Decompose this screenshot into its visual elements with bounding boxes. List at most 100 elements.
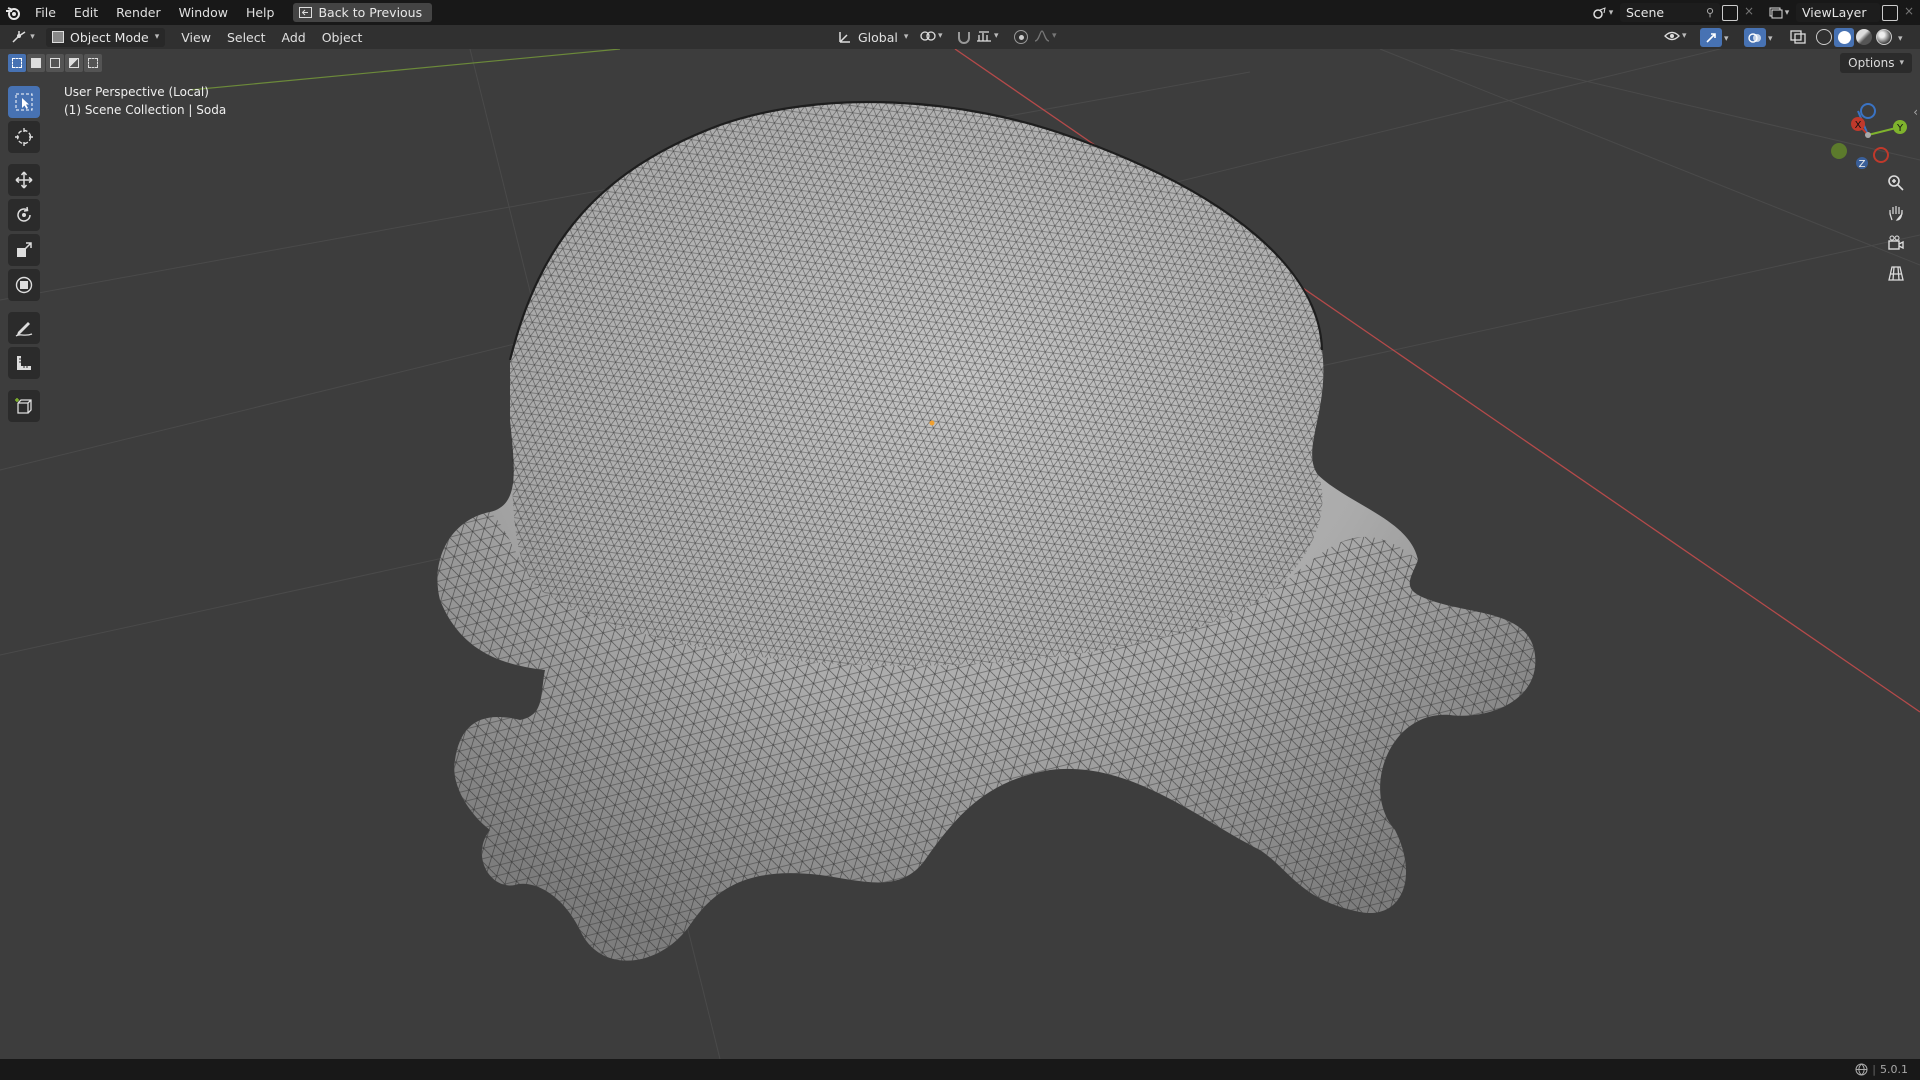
overlays-dropdown[interactable]: ▾ [1768, 29, 1773, 44]
object-mode-dropdown[interactable]: Object Mode ▾ [46, 27, 166, 47]
add-cube-tool[interactable] [8, 390, 40, 422]
rotate-tool[interactable] [8, 199, 40, 231]
scene-name: Scene [1626, 5, 1665, 20]
shading-material-icon[interactable] [1856, 29, 1872, 45]
menu-select[interactable]: Select [219, 28, 274, 47]
transform-icon [15, 276, 33, 294]
gizmo-dropdown[interactable]: ▾ [1724, 29, 1729, 44]
annotate-tool[interactable] [8, 312, 40, 344]
gizmo-icon [1706, 32, 1716, 43]
gizmo-pos-z[interactable] [1860, 103, 1876, 119]
menu-add[interactable]: Add [274, 28, 314, 47]
snap-toggle-icon[interactable] [956, 29, 972, 48]
version-label: 5.0.1 [1880, 1063, 1908, 1076]
viewlayer-name: ViewLayer [1802, 5, 1867, 20]
top-menu-bar: File Edit Render Window Help Back to Pre… [0, 0, 1920, 25]
measure-ruler-icon [17, 356, 31, 370]
ortho-grid-icon[interactable] [1884, 261, 1908, 285]
zoom-icon[interactable] [1884, 171, 1908, 195]
cursor-tool[interactable] [8, 121, 40, 153]
gizmo-toggle-button[interactable] [1700, 28, 1722, 47]
options-dropdown[interactable]: Options ▾ [1840, 53, 1912, 73]
scene-name-field[interactable]: Scene ⚲ [1620, 3, 1720, 22]
annotate-pencil-icon [15, 322, 33, 337]
blender-logo-icon[interactable] [0, 0, 26, 25]
globe-icon [1855, 1063, 1868, 1076]
camera-view-icon[interactable] [1884, 231, 1908, 255]
viewlayer-name-field[interactable]: ViewLayer [1796, 3, 1880, 22]
menu-help[interactable]: Help [237, 0, 284, 25]
shading-wireframe-icon[interactable] [1816, 29, 1832, 45]
snap-target-dropdown[interactable]: ▾ [976, 29, 999, 43]
shading-dropdown[interactable]: ▾ [1898, 29, 1903, 44]
back-to-previous-label: Back to Previous [318, 5, 423, 20]
navigation-gizmo[interactable]: X Y Z [1820, 87, 1916, 183]
select-new-icon[interactable] [8, 54, 26, 72]
blender-window: File Edit Render Window Help Back to Pre… [0, 0, 1920, 1080]
object-mode-label: Object Mode [70, 29, 149, 45]
select-box-tool[interactable] [8, 86, 40, 118]
xray-toggle-icon[interactable] [1790, 30, 1806, 47]
proportional-edit-icon[interactable] [1014, 30, 1028, 44]
selection-mode-group [8, 54, 102, 72]
soda-mesh-object[interactable] [437, 100, 1536, 961]
back-to-previous-button[interactable]: Back to Previous [293, 3, 433, 22]
menu-edit[interactable]: Edit [65, 0, 107, 25]
snap-increment-icon [977, 31, 991, 42]
scale-tool[interactable] [8, 234, 40, 266]
3d-viewport-icon [12, 31, 26, 43]
menu-view[interactable]: View [173, 28, 219, 47]
new-viewlayer-icon[interactable] [1882, 5, 1898, 21]
eye-cursor-icon [1664, 31, 1680, 41]
gizmo-y-label: Y [1896, 123, 1904, 134]
select-invert-icon[interactable] [65, 54, 83, 72]
editor-type-dropdown[interactable]: ▾ [0, 28, 46, 47]
rotate-icon [17, 206, 31, 222]
tool-shelf [8, 86, 40, 425]
viewport-canvas[interactable] [0, 49, 1920, 1059]
status-bar: | 5.0.1 [0, 1059, 1920, 1080]
object-origin[interactable] [929, 420, 935, 426]
menu-file[interactable]: File [26, 0, 65, 25]
gizmo-x-label: X [1855, 120, 1862, 131]
move-icon [15, 171, 33, 189]
gizmo-neg-x[interactable] [1873, 147, 1889, 163]
pin-icon[interactable]: ⚲ [1706, 6, 1714, 19]
menu-object[interactable]: Object [314, 28, 371, 47]
orientation-label: Global [858, 29, 898, 45]
select-intersect-icon[interactable] [84, 54, 102, 72]
overlays-icon [1748, 32, 1761, 43]
sidebar-toggle-chevron-icon[interactable]: ‹ [1913, 105, 1918, 119]
shading-rendered-icon[interactable] [1876, 29, 1892, 45]
orientation-icon [839, 32, 850, 43]
pivot-icon [920, 31, 936, 41]
viewport-header: ▾ Object Mode ▾ View Select Add Object G… [0, 25, 1920, 49]
delete-scene-icon[interactable]: × [1744, 4, 1754, 18]
falloff-curve-icon [1034, 30, 1050, 42]
measure-tool[interactable] [8, 347, 40, 379]
select-extend-icon[interactable] [27, 54, 45, 72]
proportional-falloff-dropdown[interactable]: ▾ [1034, 29, 1057, 43]
viewlayer-type-icon[interactable]: ▾ [1766, 3, 1792, 22]
delete-viewlayer-icon[interactable]: × [1904, 4, 1914, 18]
scene-type-icon[interactable]: ▾ [1590, 3, 1616, 22]
selectability-visibility-dropdown[interactable]: ▾ [1664, 29, 1687, 43]
transform-orientation-dropdown[interactable]: Global ▾ [838, 27, 908, 47]
shading-solid-icon[interactable] [1834, 28, 1854, 47]
new-scene-icon[interactable] [1722, 5, 1738, 21]
select-subtract-icon[interactable] [46, 54, 64, 72]
options-label: Options [1848, 56, 1895, 70]
gizmo-neg-y[interactable] [1831, 143, 1847, 159]
menu-render[interactable]: Render [107, 0, 170, 25]
pivot-point-dropdown[interactable]: ▾ [920, 29, 943, 43]
cursor-icon [15, 128, 33, 146]
perspective-label: User Perspective (Local) [64, 85, 209, 99]
overlays-toggle-button[interactable] [1744, 28, 1766, 47]
y-axis-line [189, 49, 621, 91]
transform-tool[interactable] [8, 269, 40, 301]
3d-viewport[interactable]: User Perspective (Local) (1) Scene Colle… [0, 49, 1920, 1059]
back-icon [299, 7, 313, 18]
menu-window[interactable]: Window [170, 0, 237, 25]
pan-hand-icon[interactable] [1884, 201, 1908, 225]
move-tool[interactable] [8, 164, 40, 196]
